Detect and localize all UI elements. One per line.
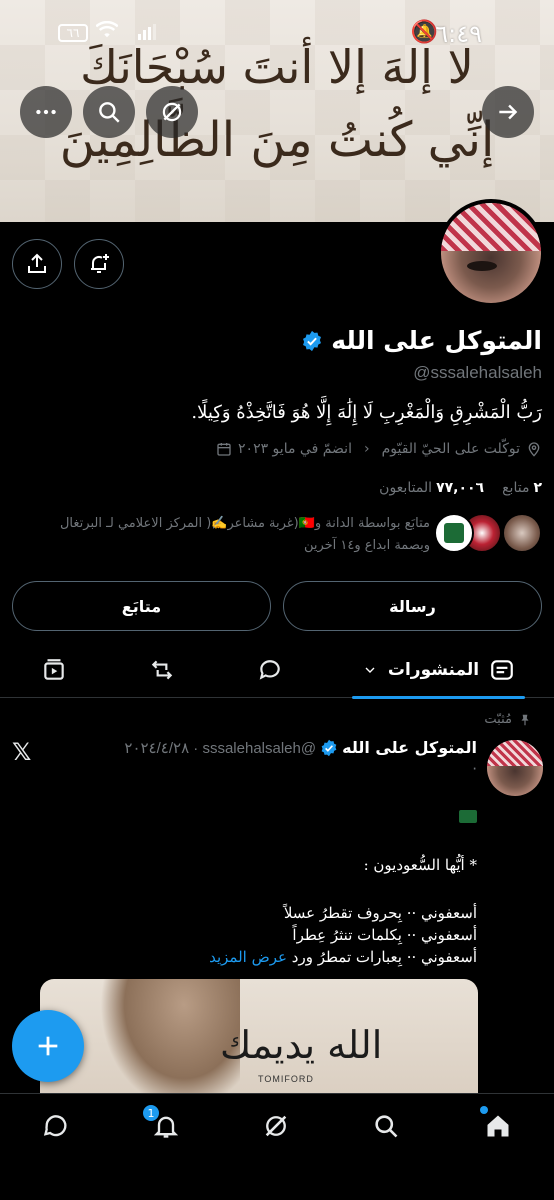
back-button[interactable] [482,86,534,138]
following-count: ٢ [533,480,542,496]
search-button[interactable] [83,86,135,138]
followed-by-line2: وبصمة ابداع و١٤ آخرين [303,538,430,553]
nav-grok[interactable] [258,1108,294,1144]
home-unread-dot [480,1106,488,1114]
chevron-left-icon: ‹ [363,441,370,457]
chevron-down-icon [365,667,375,673]
following-button[interactable]: متابَع [12,581,271,631]
grok-icon [162,102,182,122]
tweet-dot: · [472,760,477,778]
nav-messages[interactable] [38,1108,74,1144]
more-icon [36,109,56,115]
profile-name-row: المتوكل على الله [301,326,542,355]
tweet-line-3: أسعفوني ·· بِكلمات تنثرُ عِطراً [292,926,477,944]
followed-by-text: متابَع بواسطة الدانة و🇵🇹(غربة مشاعر✍️( ا… [60,513,430,557]
followers-stat[interactable]: ٧٧,٠٠٦المتابعون [379,480,484,496]
followers-label: المتابعون [379,480,433,496]
banner-text-line2: إنِّي كُنتُ مِنَ الظَّالِمِينَ [59,112,495,168]
signal-icon [138,24,158,44]
tweet-avatar[interactable] [487,740,543,796]
tab-posts-label: المنشورات [387,660,480,680]
search-icon [99,102,120,123]
tweet-line-4-text: أسعفوني ·· بِعبارات تمطرُ ورد [291,948,477,966]
posts-icon [491,660,513,680]
verified-badge-icon[interactable] [301,330,323,352]
bell-plus-icon [91,254,109,273]
follower-avatar [434,513,474,553]
followers-count: ٧٧,٠٠٦ [436,480,485,496]
status-time: ٦:٤٩ [435,20,482,48]
tab-replies[interactable] [240,642,300,698]
profile-meta: توكّلت على الحيّ القيّوم ‹ انضمّ في مايو… [216,441,542,457]
bottom-nav: 1 [0,1093,554,1157]
profile-handle: @sssalehalsaleh [413,363,542,382]
status-bar: ٦:٤٩ 🔕 ٦٦ [0,0,554,64]
search-icon [375,1115,398,1138]
profile-location: توكّلت على الحيّ القيّوم [381,441,520,457]
more-options-button[interactable] [20,86,72,138]
media-icon [44,659,64,680]
followed-by-line1: متابَع بواسطة الدانة و🇵🇹(غربة مشاعر✍️( ا… [59,516,430,531]
reply-icon [259,660,280,680]
following-label: متابع [502,480,530,496]
notification-badge: 1 [142,1104,160,1122]
chat-icon [43,1115,67,1137]
tab-media[interactable] [24,642,84,698]
verified-badge-icon [321,739,337,756]
avatar-keffiyeh [441,203,541,251]
grok-button[interactable] [146,86,198,138]
arrow-right-icon [499,104,518,120]
gesture-bar [0,1157,554,1200]
share-button[interactable] [12,239,62,289]
tweet-line-2: أسعفوني ·· بِحروف تقطرُ عسلاً [283,904,477,922]
show-more-link[interactable]: عرض المزيد [209,948,287,966]
tweet-author[interactable]: المتوكل على الله [342,738,477,757]
tab-active-indicator [352,696,525,699]
tweet-media-image[interactable]: الله يديمك TOMIFORD [40,979,478,1109]
home-icon [487,1115,509,1137]
calendar-icon [217,443,231,456]
media-script-text: الله يديمك [220,1023,383,1067]
avatar-keffiyeh [487,740,543,766]
media-hand [100,979,240,1109]
repost-icon [151,660,173,680]
x-logo-icon: 𝕏 [12,738,32,766]
pinned-text: مُثبّت [484,712,512,727]
profile-stats: ٢متابع ٧٧,٠٠٦المتابعون [379,480,542,496]
grok-icon [265,1115,287,1137]
nav-notifications[interactable]: 1 [142,1104,184,1144]
pin-icon [521,714,529,725]
saudi-flag-icon [459,810,477,823]
tab-reposts[interactable] [132,642,192,698]
nav-home[interactable] [480,1106,516,1144]
pinned-label: مُثبّت [484,712,532,727]
tweet-handle-date: @sssalehalsaleh · ٢٠٢٤/٤/٢٨ [124,739,317,757]
wifi-icon [95,20,119,44]
profile-bio: رَبُّ الْمَشْرِقِ وَالْمَغْرِبِ لَا إِلَ… [191,402,542,423]
profile-tabs: المنشورات [0,642,554,699]
mute-icon: 🔕 [410,20,438,45]
profile-name: المتوكل على الله [331,326,542,355]
following-stat[interactable]: ٢متابع [502,480,542,496]
followed-by-row[interactable]: متابَع بواسطة الدانة و🇵🇹(غربة مشاعر✍️( ا… [12,513,542,557]
nav-search[interactable] [368,1108,404,1144]
profile-joined: انضمّ في مايو ٢٠٢٣ [238,441,352,457]
followed-by-avatars [434,513,542,557]
tweet-header: المتوكل على الله @sssalehalsaleh · ٢٠٢٤/… [124,738,477,757]
message-button[interactable]: رسالة [283,581,542,631]
avatar-eye [467,261,497,271]
tweet-line-1: * أيُّها السُّعوديون : [363,856,477,874]
location-icon [528,442,540,457]
media-brand-text: TOMIFORD [258,1074,314,1084]
follower-avatar [502,513,542,553]
notify-button[interactable] [74,239,124,289]
battery-icon: ٦٦ [58,24,88,42]
plus-icon [38,1036,58,1056]
profile-avatar[interactable] [437,199,545,307]
compose-button[interactable] [12,1010,84,1082]
tweet-line-4: أسعفوني ·· بِعبارات تمطرُ ورد عرض المزيد [37,948,477,966]
tab-posts[interactable]: المنشورات [352,642,525,699]
share-icon [28,253,46,273]
